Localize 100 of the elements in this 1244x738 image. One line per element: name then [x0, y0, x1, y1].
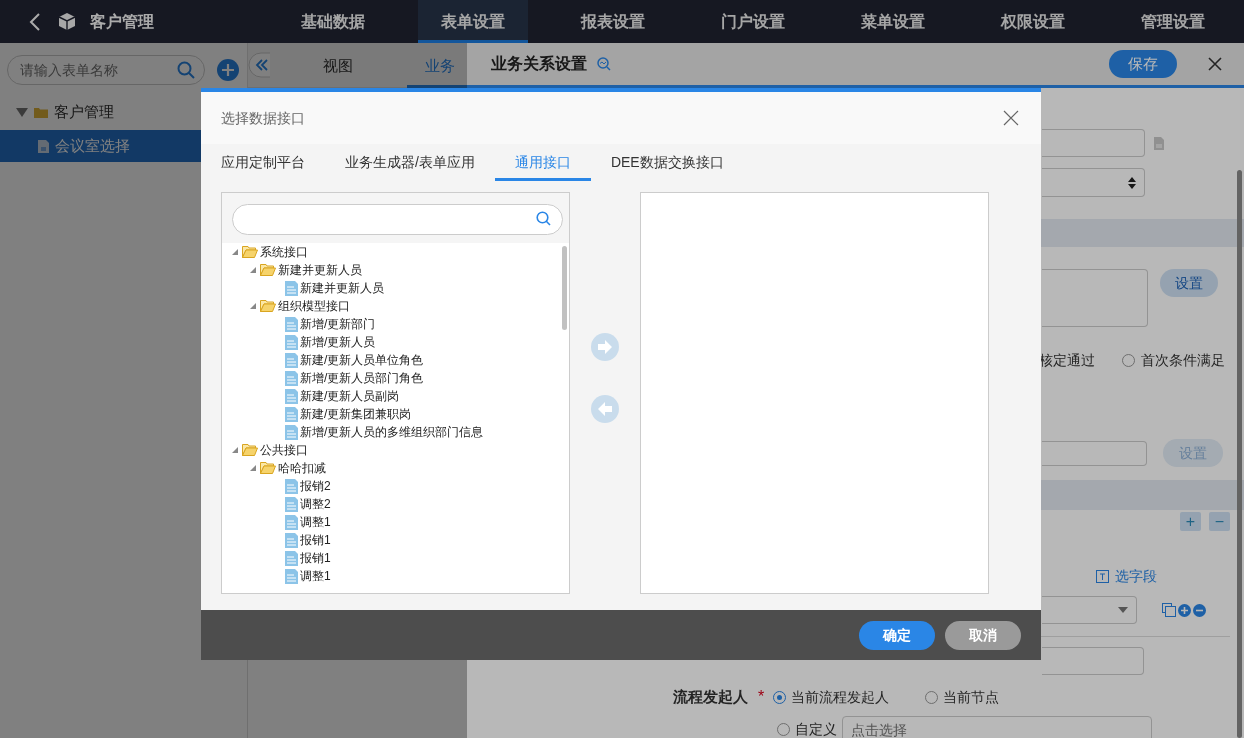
tree-item[interactable]: 新增/更新人员的多维组织部门信息 [300, 423, 484, 442]
nav-tab[interactable]: 权限设置 [978, 0, 1088, 43]
folder-icon [34, 107, 48, 118]
expand-icon[interactable] [232, 447, 238, 454]
radio-label: 当前节点 [943, 687, 999, 707]
close-icon[interactable] [1003, 110, 1019, 127]
nav-tab[interactable]: 基础数据 [278, 0, 388, 43]
document-icon [285, 389, 298, 404]
tab[interactable]: 业务生成器/表单应用 [325, 144, 495, 182]
set-button[interactable]: 设置 [1160, 269, 1218, 297]
folder-icon [260, 264, 276, 277]
scrollbar[interactable] [1237, 170, 1242, 738]
text-field[interactable] [1042, 440, 1147, 466]
search-icon[interactable] [536, 211, 551, 227]
dropdown-field[interactable] [1042, 596, 1137, 624]
field-label: 流程发起人 [672, 686, 748, 707]
tree-item[interactable]: 新建/更新人员副岗 [300, 387, 400, 406]
form-icon [38, 139, 49, 153]
tree-item[interactable]: 调整1 [300, 567, 331, 586]
expand-icon[interactable] [16, 107, 28, 118]
add-icon[interactable] [217, 59, 239, 81]
document-icon [285, 515, 298, 530]
text-field[interactable] [1042, 647, 1144, 675]
tree-item[interactable]: 客户管理 [54, 101, 114, 124]
required-mark: * [756, 687, 766, 707]
folder-icon [260, 462, 276, 475]
tree-item[interactable]: 报销1 [300, 531, 331, 550]
expand-icon[interactable] [232, 249, 238, 256]
tree-item[interactable]: 组织模型接口 [278, 297, 350, 316]
updown-icon [1128, 176, 1136, 189]
document-icon [285, 353, 298, 368]
nav-tab[interactable]: 菜单设置 [838, 0, 948, 43]
document-icon [285, 479, 298, 494]
collapse-icon[interactable] [248, 52, 270, 78]
nav-tab[interactable]: 门户设置 [698, 0, 808, 43]
expand-icon[interactable] [250, 465, 256, 472]
tree-item[interactable]: 新增/更新人员部门角色 [300, 369, 424, 388]
tree-item[interactable]: 新建/更新集团兼职岗 [300, 405, 412, 424]
nav-tab[interactable]: 报表设置 [558, 0, 668, 43]
close-icon[interactable] [1208, 57, 1222, 71]
cube-icon [58, 12, 76, 31]
radio-button[interactable] [1122, 353, 1135, 367]
nav-tab[interactable]: 管理设置 [1118, 0, 1228, 43]
text-field[interactable] [1042, 129, 1145, 157]
folder-icon [242, 444, 258, 457]
remove-icon[interactable] [1193, 603, 1206, 617]
tree-item[interactable]: 系统接口 [260, 243, 308, 262]
tree-item[interactable]: 公共接口 [260, 441, 308, 460]
tab[interactable]: 视图 [305, 42, 371, 88]
select-field[interactable] [1042, 168, 1145, 197]
tree-item[interactable]: 报销2 [300, 477, 331, 496]
tab[interactable]: DEE数据交换接口 [590, 144, 744, 182]
document-icon [285, 407, 298, 422]
radio-label: 自定义 [795, 720, 837, 738]
text-area[interactable] [1042, 269, 1148, 327]
drawer-title: 业务关系设置 [491, 54, 587, 74]
field-icon[interactable] [1096, 570, 1109, 583]
folder-icon [260, 300, 276, 313]
radio-button[interactable] [777, 723, 790, 736]
confirm-button[interactable]: 确定 [859, 620, 935, 650]
document-icon [285, 533, 298, 548]
document-icon [285, 335, 298, 350]
document-icon [285, 551, 298, 566]
caret-icon [1118, 607, 1128, 613]
expand-icon[interactable] [250, 303, 256, 310]
app-title: 客户管理 [90, 11, 154, 32]
back-icon[interactable] [29, 12, 41, 31]
tree-item[interactable]: 新增/更新部门 [300, 315, 376, 334]
tree-item[interactable]: 新增/更新人员 [300, 333, 376, 352]
custom-field[interactable]: 点击选择 [842, 716, 1152, 738]
tree-item[interactable]: 报销1 [300, 549, 331, 568]
tab[interactable]: 通用接口 [494, 144, 591, 182]
search-field[interactable]: 请输入表单名称 [7, 55, 205, 85]
document-icon [1154, 136, 1164, 150]
document-icon [285, 317, 298, 332]
add-icon[interactable] [1178, 603, 1191, 617]
tree-item[interactable]: 新建并更新人员 [278, 261, 362, 280]
search-icon[interactable] [177, 61, 195, 79]
radio-button[interactable] [925, 690, 938, 704]
expand-icon[interactable] [250, 267, 256, 274]
tree-item[interactable]: 哈哈扣减 [278, 459, 326, 478]
document-icon [285, 281, 298, 296]
nav-tab[interactable]: 表单设置 [418, 0, 528, 43]
search-field[interactable] [232, 204, 563, 236]
folder-icon [242, 246, 258, 259]
copy-icon[interactable] [1162, 603, 1176, 617]
document-icon [285, 497, 298, 512]
radio-label: 首次条件满足 [1141, 350, 1225, 370]
tab[interactable]: 应用定制平台 [201, 144, 325, 182]
tree-item[interactable]: 新建并更新人员 [300, 279, 384, 298]
tree-item[interactable]: 调整2 [300, 495, 331, 514]
document-icon [285, 371, 298, 386]
radio-button[interactable] [773, 690, 786, 704]
scrollbar[interactable] [562, 246, 567, 331]
tree-item[interactable]: 新建/更新人员单位角色 [300, 351, 424, 370]
dialog-title: 选择数据接口 [221, 108, 305, 128]
tree-item[interactable]: 调整1 [300, 513, 331, 532]
document-icon [285, 569, 298, 584]
document-icon [285, 425, 298, 440]
magnifier-icon[interactable] [597, 57, 611, 71]
